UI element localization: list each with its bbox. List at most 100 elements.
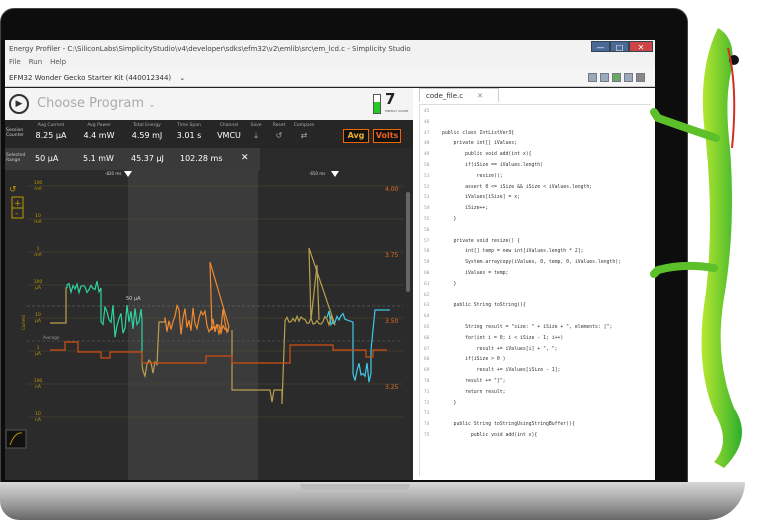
line-number: 70	[424, 379, 430, 384]
line-number: 73	[424, 411, 430, 417]
code-line: resize();	[442, 173, 503, 179]
line-number: 65	[424, 325, 430, 330]
code-line: iValues = temp;	[442, 271, 509, 276]
save-label: Save	[250, 123, 262, 128]
play-button[interactable]: ▶	[9, 94, 29, 114]
perspective-icon[interactable]	[600, 73, 609, 82]
gear-icon[interactable]	[612, 73, 621, 82]
maximize-button[interactable]: □	[610, 41, 629, 52]
code-line: public void add(int x){	[442, 152, 532, 158]
line-number: 67	[424, 346, 430, 352]
code-line: return result;	[442, 389, 506, 395]
save-button[interactable]: Save ⤓	[247, 123, 265, 141]
left-tick-label: 100	[34, 180, 43, 186]
kit-label: EFM32 Wonder Gecko Starter Kit (44001234…	[9, 74, 172, 82]
volts-toggle[interactable]: Volts	[373, 129, 401, 143]
right-tick-label: 3.50	[385, 318, 399, 325]
code-line: public class IntListVer3{	[442, 130, 515, 136]
line-number: 59	[424, 260, 430, 266]
line-number: 50	[424, 163, 430, 168]
left-tick-unit: µA	[35, 285, 42, 291]
reset-label: Reset	[272, 123, 286, 128]
left-tick-label: 100	[34, 279, 43, 285]
left-tick-unit: mA	[34, 186, 42, 192]
time-span-value: 3.01 s	[176, 131, 202, 140]
left-tick-label: 10	[35, 411, 41, 417]
left-tick-unit: nA	[35, 417, 42, 423]
line-number: 61	[424, 281, 430, 287]
avg-current: Avg Current 8.25 µA	[31, 123, 71, 140]
minus-icon: -	[15, 209, 18, 219]
left-tick-unit: nA	[35, 384, 42, 390]
tab-code-file[interactable]: code_file.c ✕	[419, 88, 499, 102]
marker-left-label: -820 ms	[105, 171, 121, 176]
time-span: Time Span 3.01 s	[169, 123, 209, 140]
menu-bar: File Run Help	[5, 57, 655, 69]
avg-power-label: Avg Power	[87, 123, 111, 128]
perspective-icon[interactable]	[588, 73, 597, 82]
code-line: result += "]";	[442, 379, 506, 384]
threshold-label: 50 µA	[126, 296, 141, 302]
code-line: iSize++;	[442, 206, 489, 212]
channel[interactable]: Channel VMCU	[209, 123, 249, 140]
energy-chart[interactable]: 100 mA 10 mA 1 mA 100 µA 10 µA 1 µA 100 nA 10 nA 4.00 3.7…	[5, 170, 413, 480]
chart-scrollbar[interactable]	[406, 192, 410, 292]
title-bar: Energy Profiler - C:\SiliconLabs\Simplic…	[5, 40, 655, 57]
avg-power-value: 4.4 mW	[83, 131, 115, 140]
line-number: 57	[424, 238, 430, 244]
choose-program-label: Choose Program	[37, 96, 144, 111]
y-axis-label: Current	[21, 315, 26, 330]
curve-mode-button[interactable]	[5, 429, 27, 449]
line-number: 46	[424, 119, 430, 125]
left-tick-label: 10	[35, 213, 41, 219]
menu-run[interactable]: Run	[29, 58, 42, 68]
menu-help[interactable]: Help	[50, 58, 66, 68]
chevron-down-icon: ⌄	[179, 74, 186, 82]
total-energy-value: 4.59 mJ	[131, 131, 163, 140]
code-line: if(iSize > 0 )	[442, 357, 506, 363]
line-number: 58	[424, 249, 430, 255]
choose-program-dropdown[interactable]: Choose Program ⌄	[37, 96, 156, 111]
chart-svg[interactable]: 100mA10mA1mA100µA10µA1µA100nA10nA4.003.7…	[5, 170, 413, 480]
code-body[interactable]: 45 46 47 public class IntListVer3{48 privat…	[419, 104, 651, 476]
code-line: assert 0 <= iSize && iSize < iValues.len…	[442, 184, 593, 190]
line-number: 60	[424, 271, 430, 276]
time-span-label: Time Span	[177, 123, 201, 128]
menu-file[interactable]: File	[9, 58, 21, 68]
left-tick-label: 1	[37, 345, 40, 351]
code-line: }	[442, 281, 457, 287]
code-line: iValues[iSize] = x;	[442, 195, 520, 201]
compare-button[interactable]: Compare ⇄	[291, 123, 317, 140]
avg-current-value: 8.25 µA	[35, 131, 67, 140]
gecko-legs	[650, 108, 720, 278]
selected-power: 5.1 mW	[83, 154, 114, 163]
left-tick-unit: µA	[35, 351, 42, 357]
code-line: for(int i = 0; i < iSize - 1; i++)	[442, 335, 564, 341]
selected-energy: 45.37 µJ	[131, 154, 164, 163]
right-tick-label: 3.75	[385, 252, 399, 259]
energy-profiler-panel: ▶ Choose Program ⌄ 7 ENERGY SCORE Sessio…	[5, 88, 413, 480]
energy-score: 7	[385, 90, 396, 108]
line-number: 62	[424, 292, 430, 298]
download-icon: ⤓	[254, 131, 258, 140]
marker-right-handle[interactable]	[331, 171, 339, 177]
line-number: 74	[424, 422, 430, 428]
selected-range-row: Selected Range 50 µA 5.1 mW 45.37 µJ 102…	[5, 148, 260, 170]
tab-label: code_file.c	[426, 92, 464, 100]
selected-time: 102.28 ms	[180, 154, 223, 163]
selected-range-highlight[interactable]	[128, 170, 258, 480]
tab-close-icon[interactable]: ✕	[477, 92, 483, 100]
code-line: String result = "size: " + iSize + ", el…	[442, 325, 613, 330]
reset-button[interactable]: Reset ↺	[269, 123, 289, 140]
line-number: 51	[424, 173, 430, 179]
undo-zoom-icon[interactable]: ↺	[9, 185, 17, 195]
code-line: private int[] iValues;	[442, 141, 518, 147]
minimize-button[interactable]: —	[591, 41, 610, 52]
code-editor: code_file.c ✕ 45 46 47 public class IntListV…	[413, 88, 655, 480]
line-number: 72	[424, 400, 430, 406]
kit-selector[interactable]: EFM32 Wonder Gecko Starter Kit (44001234…	[5, 69, 655, 87]
clear-selection-button[interactable]: ✕	[241, 153, 249, 163]
avg-toggle[interactable]: Avg	[343, 129, 369, 143]
compare-icon: ⇄	[300, 131, 308, 140]
left-tick-unit: µA	[35, 318, 42, 324]
